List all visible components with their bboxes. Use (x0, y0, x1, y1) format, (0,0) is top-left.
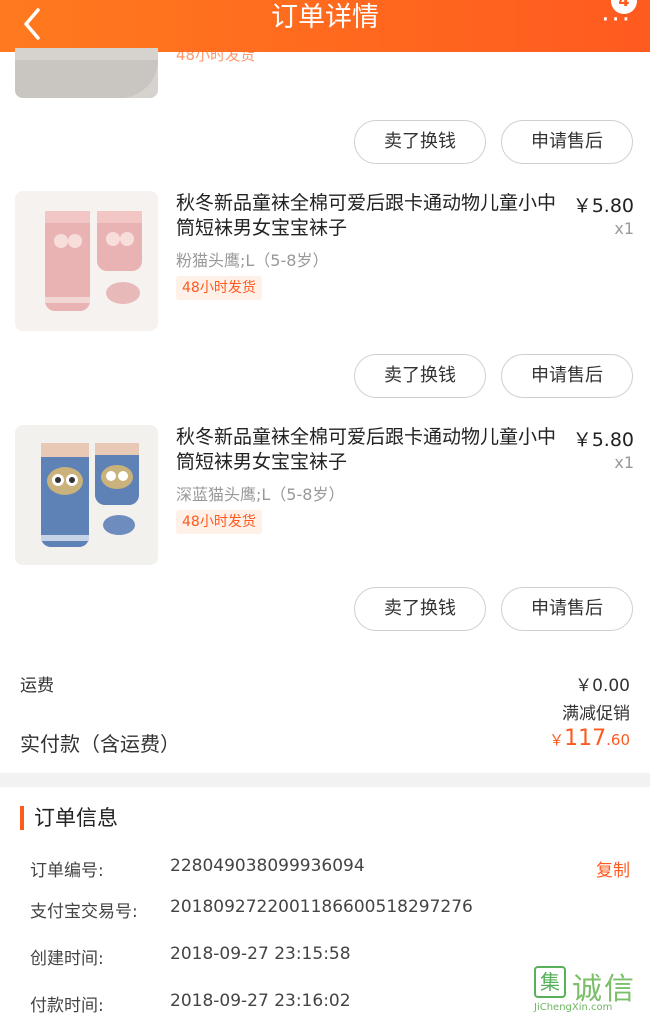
watermark: 集 诚信 JiChengXin.com (534, 964, 650, 1016)
product-title[interactable]: 秋冬新品童袜全棉可爱后跟卡通动物儿童小中筒短袜男女宝宝袜子 (176, 191, 560, 241)
sell-for-cash-button[interactable]: 卖了换钱 (354, 587, 486, 631)
paid-time-value: 2018-09-27 23:16:02 (170, 991, 351, 1011)
product-image[interactable] (15, 191, 158, 331)
alipay-trade-label: 支付宝交易号: (30, 902, 138, 922)
shipping-tag: 48小时发货 (176, 276, 262, 300)
shipping-tag: 48小时发货 (176, 510, 262, 534)
alipay-trade-value: 2018092722001186600518297276 (170, 897, 473, 917)
shipping-value: ￥0.00 (575, 676, 630, 696)
product-image[interactable] (15, 425, 158, 565)
paid-label: 实付款（含运费） (20, 732, 180, 756)
section-divider (0, 773, 650, 787)
order-number-label: 订单编号: (30, 861, 104, 881)
sock-blue-image (15, 425, 158, 565)
product-spec: 粉猫头鹰;L（5-8岁） (176, 251, 329, 270)
watermark-logo-icon: 集 (534, 966, 566, 998)
product-quantity: x1 (614, 219, 634, 238)
paid-integer: 117 (564, 726, 607, 751)
watermark-url: JiChengXin.com (534, 1002, 613, 1013)
order-info-title: 订单信息 (20, 806, 118, 830)
product-price: ￥5.80 (572, 429, 634, 451)
top-bar: 订单详情 ··· 4 (0, 0, 650, 52)
product-title[interactable]: 秋冬新品童袜全棉可爱后跟卡通动物儿童小中筒短袜男女宝宝袜子 (176, 425, 560, 475)
sell-for-cash-button[interactable]: 卖了换钱 (354, 120, 486, 164)
after-sale-button[interactable]: 申请售后 (501, 354, 633, 398)
product-spec: 深蓝猫头鹰;L（5-8岁） (176, 485, 345, 504)
promo-label: 满减促销 (562, 704, 630, 724)
shipping-tag-partial: 48小时发货 (176, 46, 256, 64)
page-title: 订单详情 (271, 2, 379, 33)
product-quantity: x1 (614, 453, 634, 472)
paid-currency: ￥ (549, 731, 565, 749)
paid-time-label: 付款时间: (30, 996, 104, 1016)
sell-for-cash-button[interactable]: 卖了换钱 (354, 354, 486, 398)
shipping-label: 运费 (20, 676, 54, 696)
paid-amount: ￥117.60 (549, 726, 630, 751)
created-time-value: 2018-09-27 23:15:58 (170, 944, 351, 964)
paid-decimal: .60 (606, 731, 630, 749)
copy-button[interactable]: 复制 (596, 856, 630, 881)
product-price: ￥5.80 (572, 195, 634, 217)
created-time-label: 创建时间: (30, 949, 104, 969)
order-number-value: 2280490380999360​94 (170, 856, 365, 876)
after-sale-button[interactable]: 申请售后 (501, 587, 633, 631)
sock-pink-image (15, 191, 158, 331)
after-sale-button[interactable]: 申请售后 (501, 120, 633, 164)
product-image-partial[interactable] (15, 48, 158, 98)
